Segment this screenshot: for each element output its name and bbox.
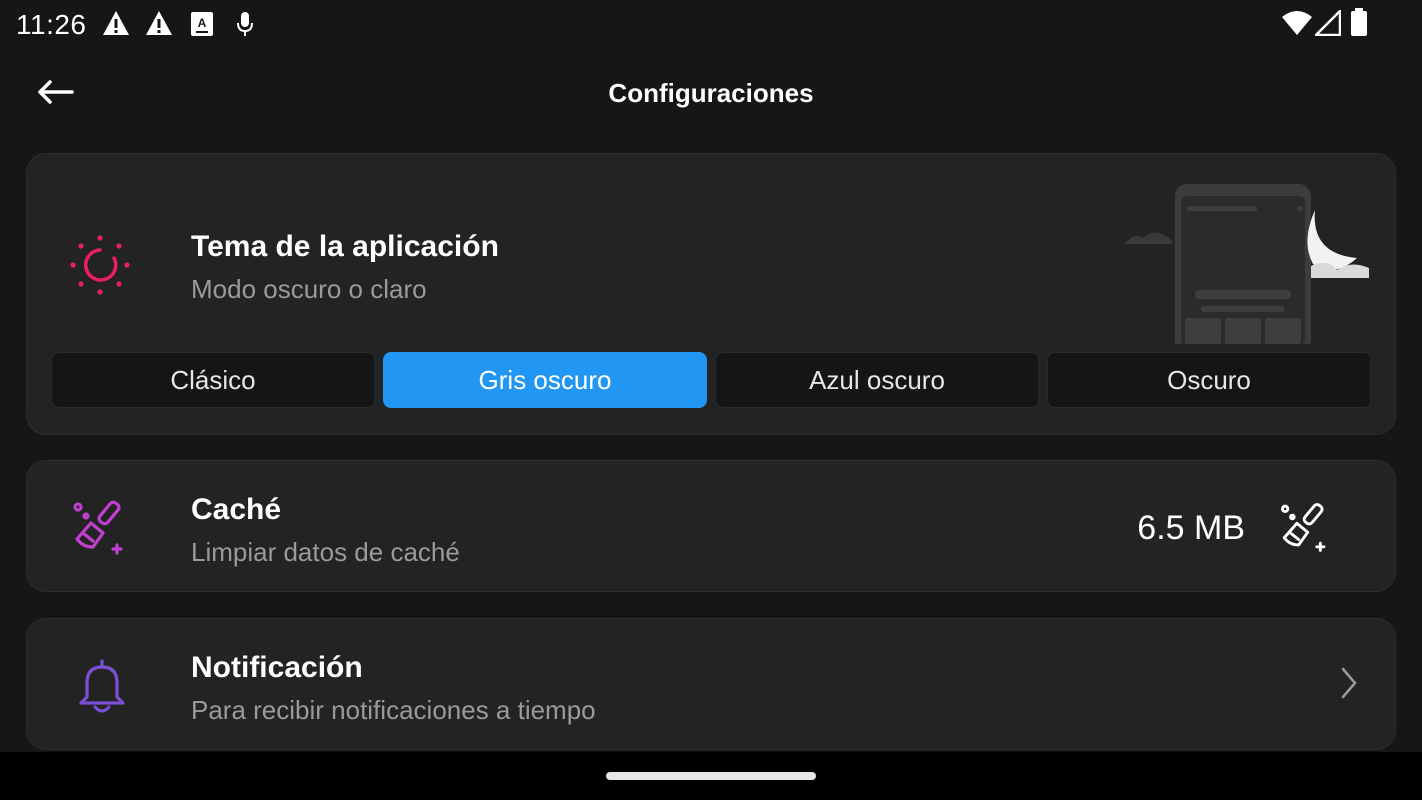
cache-subtitle: Limpiar datos de caché [191,537,460,567]
warning-icon [144,10,174,41]
warning-icon [102,10,130,41]
svg-text:A: A [198,16,207,30]
theme-title: Tema de la aplicación [191,230,499,263]
home-gesture-handle[interactable] [606,772,816,780]
sun-icon [67,232,133,298]
text-box-icon: A [191,12,213,41]
theme-option-oscuro[interactable]: Oscuro [1047,352,1371,408]
cache-title: Caché [191,493,282,526]
cache-size: 6.5 MB [1137,509,1245,547]
theme-card: Tema de la aplicación Modo oscuro o clar… [26,153,1396,435]
clear-cache-button[interactable] [1275,499,1335,557]
notification-subtitle: Para recibir notificaciones a tiempo [191,695,596,725]
theme-illustration [1123,182,1373,354]
theme-options: Clásico Gris oscuro Azul oscuro Oscuro [51,352,1371,408]
page-title: Configuraciones [608,78,814,108]
theme-subtitle: Modo oscuro o claro [191,274,427,304]
theme-option-gris-oscuro[interactable]: Gris oscuro [383,352,707,408]
chevron-right-icon[interactable] [1339,665,1359,706]
broom-icon [67,493,133,559]
theme-option-azul-oscuro[interactable]: Azul oscuro [715,352,1039,408]
broom-icon [1277,498,1333,559]
cell-signal-icon [1312,7,1342,41]
cache-card[interactable]: Caché Limpiar datos de caché 6.5 MB [26,460,1396,592]
status-time: 11:26 [16,9,87,40]
battery-icon [1350,8,1368,41]
microphone-icon [236,12,254,41]
theme-option-clasico[interactable]: Clásico [51,352,375,408]
notification-title: Notificación [191,651,363,684]
status-bar: 11:26 A [0,0,1422,48]
notification-card[interactable]: Notificación Para recibir notificaciones… [26,618,1396,750]
wifi-icon [1281,10,1313,41]
bell-icon [69,653,135,719]
navigation-bar [0,752,1422,800]
